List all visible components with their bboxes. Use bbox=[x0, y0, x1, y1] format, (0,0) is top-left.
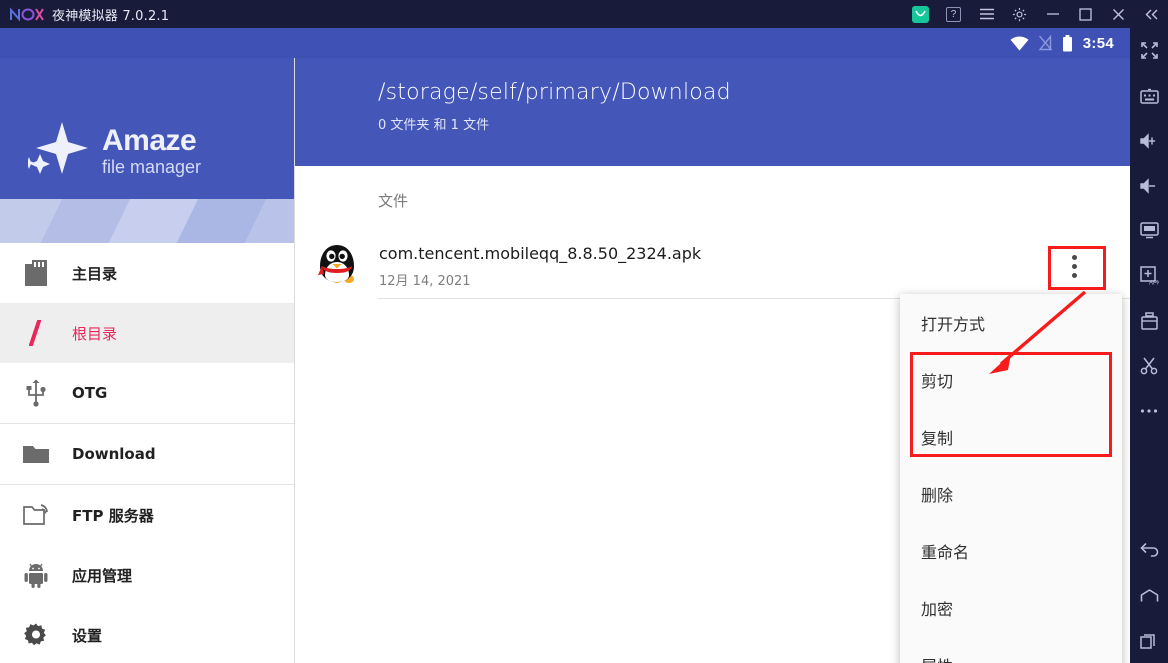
dot bbox=[1071, 254, 1077, 260]
nav-group-bookmarks: Download bbox=[0, 424, 294, 485]
context-menu[interactable]: 打开方式 剪切 复制 删除 重命名 加密 属性 bbox=[900, 294, 1122, 663]
more-icon[interactable] bbox=[1130, 388, 1168, 433]
keyboard-icon[interactable] bbox=[1130, 73, 1168, 118]
sidebar-item-otg[interactable]: OTG bbox=[0, 363, 294, 423]
sidebar-item-ftp-server[interactable]: FTP 服务器 bbox=[0, 485, 294, 545]
menu-item-delete[interactable]: 删除 bbox=[900, 465, 1122, 522]
usb-icon bbox=[0, 379, 72, 407]
qq-penguin-icon bbox=[295, 243, 379, 289]
menu-item-rename[interactable]: 重命名 bbox=[900, 522, 1122, 579]
root-slash-icon bbox=[0, 320, 72, 346]
sidebar-item-home-directory[interactable]: 主目录 bbox=[0, 243, 294, 303]
sidebar-item-app-manager[interactable]: 应用管理 bbox=[0, 545, 294, 605]
status-clock: 3:54 bbox=[1082, 34, 1114, 52]
settings-gear-icon[interactable] bbox=[1003, 0, 1036, 28]
folder-summary: 0 文件夹 和 1 文件 bbox=[378, 118, 490, 133]
signal-off-icon bbox=[1038, 35, 1053, 51]
shared-folder-icon[interactable] bbox=[1130, 298, 1168, 343]
folder-icon bbox=[0, 444, 72, 464]
app-brand: Amaze file manager bbox=[23, 120, 202, 181]
nav-group-storage: 主目录 根目录 OTG bbox=[0, 243, 294, 424]
sidebar-item-settings[interactable]: 设置 bbox=[0, 605, 294, 663]
menu-item-cut[interactable]: 剪切 bbox=[900, 351, 1122, 408]
volume-down-icon[interactable] bbox=[1130, 163, 1168, 208]
window-controls: ? bbox=[904, 0, 1168, 28]
sdcard-icon bbox=[0, 260, 72, 286]
gear-icon bbox=[0, 623, 72, 647]
minimize-button[interactable] bbox=[1036, 0, 1069, 28]
menu-item-copy[interactable]: 复制 bbox=[900, 408, 1122, 465]
scissors-icon[interactable] bbox=[1130, 343, 1168, 388]
dot bbox=[1071, 263, 1077, 269]
dot bbox=[1071, 272, 1077, 278]
brand-subtitle: file manager bbox=[102, 156, 202, 177]
nox-logo-icon bbox=[10, 6, 44, 22]
sidebar-item-download[interactable]: Download bbox=[0, 424, 294, 484]
more-vertical-icon[interactable] bbox=[1044, 254, 1104, 278]
collapse-button[interactable] bbox=[1135, 0, 1168, 28]
window-title: 夜神模拟器 7.0.2.1 bbox=[52, 8, 170, 24]
menu-item-encrypt[interactable]: 加密 bbox=[900, 579, 1122, 636]
emulator-screen: 3:54 Amaze file manager 主目录 根目录 OTG Down… bbox=[0, 28, 1130, 663]
sidebar-item-label: OTG bbox=[72, 384, 108, 402]
sidebar-item-label: 根目录 bbox=[72, 324, 118, 343]
emulator-side-toolbar: APK bbox=[1130, 28, 1168, 663]
current-path: /storage/self/primary/Download bbox=[378, 80, 731, 105]
drawer-header: Amaze file manager bbox=[0, 58, 294, 243]
file-name: com.tencent.mobileqq_8.8.50_2324.apk bbox=[379, 243, 702, 263]
emulator-title-bar: 夜神模拟器 7.0.2.1 ? bbox=[0, 0, 1168, 28]
path-toolbar: /storage/self/primary/Download 0 文件夹 和 1… bbox=[295, 58, 1130, 166]
menu-item-open-with[interactable]: 打开方式 bbox=[900, 294, 1122, 351]
battery-icon bbox=[1062, 34, 1073, 52]
sidebar-item-label: 主目录 bbox=[72, 264, 118, 283]
sidebar-item-label: Download bbox=[72, 445, 156, 463]
svg-text:APK: APK bbox=[1149, 281, 1159, 286]
volume-up-icon[interactable] bbox=[1130, 118, 1168, 163]
store-icon[interactable] bbox=[904, 0, 937, 28]
menu-icon[interactable] bbox=[970, 0, 1003, 28]
list-item[interactable]: com.tencent.mobileqq_8.8.50_2324.apk 12月… bbox=[295, 233, 1130, 299]
android-robot-icon bbox=[0, 562, 72, 588]
menu-item-properties[interactable]: 属性 bbox=[900, 636, 1122, 663]
home-icon[interactable] bbox=[1130, 573, 1168, 618]
navigation-drawer: Amaze file manager 主目录 根目录 OTG Download … bbox=[0, 58, 295, 663]
sidebar-item-label: FTP 服务器 bbox=[72, 506, 154, 525]
help-icon[interactable]: ? bbox=[937, 0, 970, 28]
screenshot-icon[interactable] bbox=[1130, 208, 1168, 253]
file-date: 12月 14, 2021 bbox=[379, 273, 471, 289]
fullscreen-icon[interactable] bbox=[1130, 28, 1168, 73]
amaze-sparkle-icon bbox=[23, 120, 90, 181]
brand-name: Amaze bbox=[102, 123, 197, 157]
sidebar-item-label: 设置 bbox=[72, 626, 103, 645]
folder-share-icon bbox=[0, 504, 72, 526]
recents-icon[interactable] bbox=[1130, 618, 1168, 663]
install-apk-icon[interactable]: APK bbox=[1130, 253, 1168, 298]
close-button[interactable] bbox=[1102, 0, 1135, 28]
list-section-header: 文件 bbox=[378, 192, 409, 210]
wifi-icon bbox=[1010, 36, 1029, 51]
sidebar-item-root-directory[interactable]: 根目录 bbox=[0, 303, 294, 363]
nav-group-tools: FTP 服务器 应用管理 设置 bbox=[0, 485, 294, 663]
android-status-bar: 3:54 bbox=[0, 28, 1130, 58]
maximize-button[interactable] bbox=[1069, 0, 1102, 28]
sidebar-item-label: 应用管理 bbox=[72, 566, 133, 585]
back-icon[interactable] bbox=[1130, 528, 1168, 573]
